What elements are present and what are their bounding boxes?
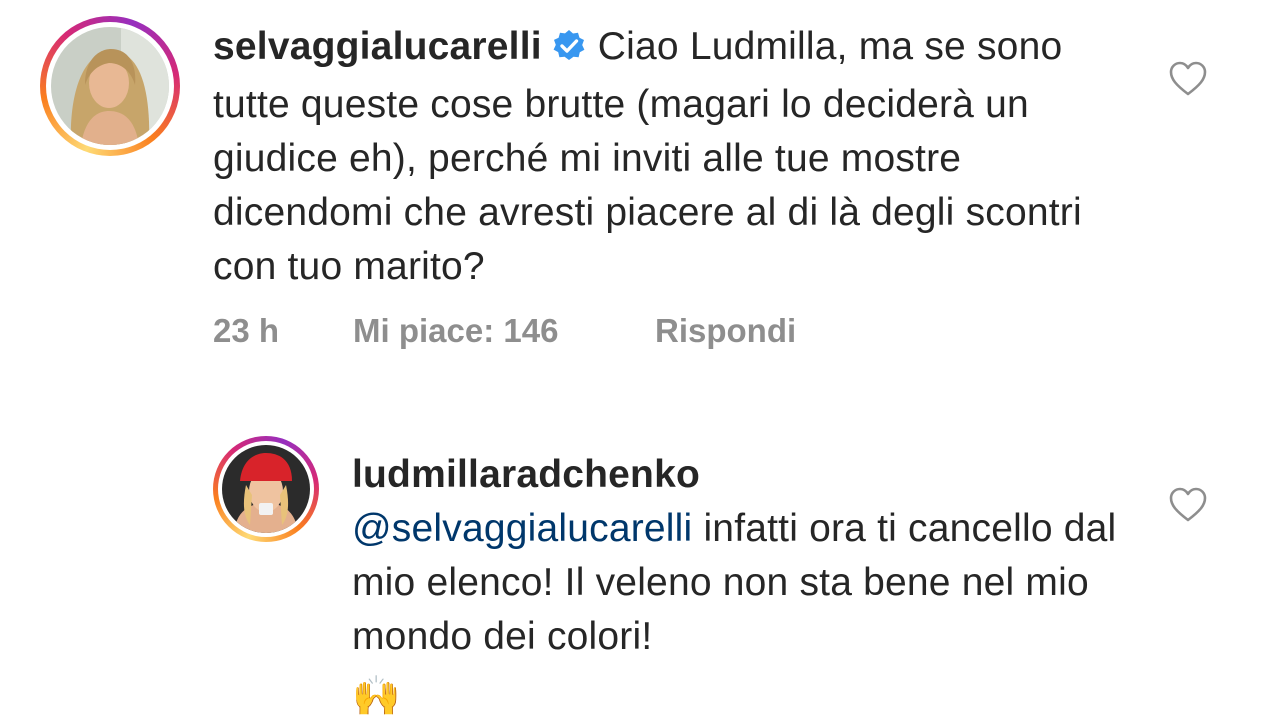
comment-body: ludmillaradchenko @selvaggialucarelli in…: [352, 448, 1132, 724]
reply-button[interactable]: Rispondi: [655, 312, 796, 360]
comment-username[interactable]: selvaggialucarelli: [213, 25, 542, 68]
comment-username[interactable]: ludmillaradchenko: [352, 448, 1132, 502]
heart-outline-icon[interactable]: [1168, 60, 1208, 98]
comment-body: selvaggialucarelli Ciao Ludmilla, ma se …: [213, 20, 1133, 294]
verified-badge-icon: [552, 24, 586, 78]
heart-outline-icon[interactable]: [1168, 486, 1208, 524]
comment-selvaggialucarelli: selvaggialucarelli Ciao Ludmilla, ma se …: [0, 0, 1280, 380]
raising-hands-emoji: 🙌: [352, 675, 401, 718]
comment-time: 23 h: [213, 312, 280, 349]
mention-link[interactable]: @selvaggialucarelli: [352, 507, 692, 550]
likes-count[interactable]: Mi piace: 146: [353, 312, 655, 360]
avatar-photo: [51, 27, 169, 145]
comment-ludmillaradchenko: ludmillaradchenko @selvaggialucarelli in…: [0, 420, 1280, 720]
avatar-selvaggialucarelli[interactable]: [40, 16, 180, 156]
comment-meta: 23 h Mi piace: 146 Rispondi: [213, 312, 796, 360]
avatar-photo: [222, 445, 310, 533]
avatar-ludmillaradchenko[interactable]: [213, 436, 319, 542]
